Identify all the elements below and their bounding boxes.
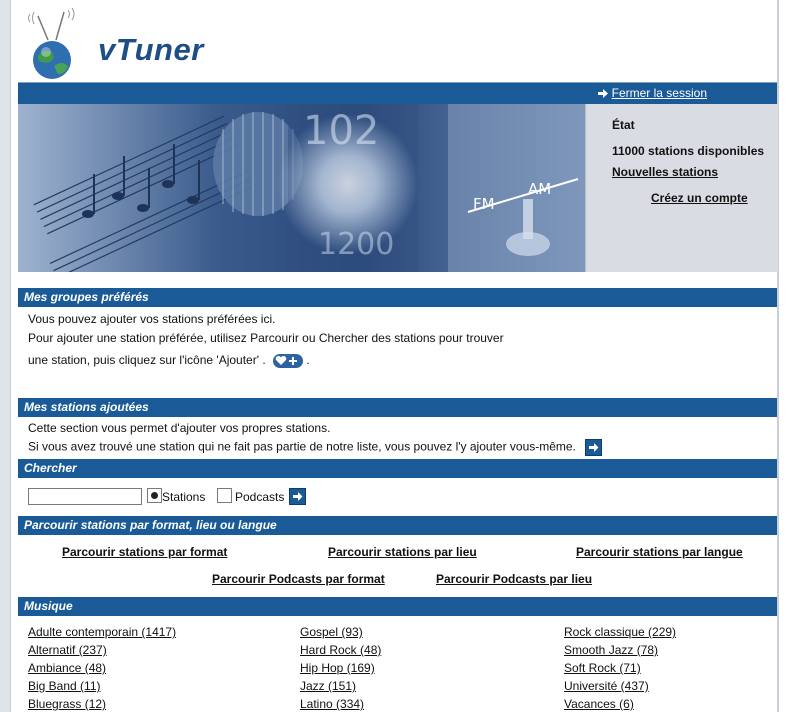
added-stations-header: Mes stations ajoutées (18, 398, 777, 417)
logout-label[interactable]: Fermer la session (612, 86, 707, 100)
music-header-label: Musique (24, 599, 73, 613)
genre-link[interactable]: Université (437) (564, 679, 649, 693)
search-header-label: Chercher (24, 461, 77, 475)
favorites-text-3-end: . (306, 353, 310, 367)
genre-link[interactable]: Alternatif (237) (28, 643, 107, 657)
arrow-right-icon (293, 492, 303, 501)
genre-link[interactable]: Jazz (151) (300, 679, 356, 693)
genre-link[interactable]: Ambiance (48) (28, 661, 106, 675)
heart-plus-icon (273, 353, 304, 368)
genre-link[interactable]: Hip Hop (169) (300, 661, 375, 675)
genre-link[interactable]: Adulte contemporain (1417) (28, 625, 176, 639)
header: vTuner (18, 0, 777, 82)
browse-header: Parcourir stations par format, lieu ou l… (18, 516, 777, 535)
browse-podcasts-by-format-link[interactable]: Parcourir Podcasts par format (212, 572, 385, 586)
logout-link[interactable]: Fermer la session (598, 86, 707, 100)
status-panel: État 11000 stations disponibles Nouvelle… (585, 104, 778, 272)
genre-link[interactable]: Hard Rock (48) (300, 643, 381, 657)
search-input[interactable] (28, 488, 142, 505)
status-title: État (612, 118, 635, 132)
genre-link[interactable]: Smooth Jazz (78) (564, 643, 658, 657)
favorites-text-1: Vous pouvez ajouter vos stations préféré… (28, 312, 276, 326)
arrow-right-icon (598, 89, 609, 98)
genre-link[interactable]: Bluegrass (12) (28, 697, 106, 711)
logo-globe-icon (28, 7, 75, 79)
radio-selected-dot (151, 492, 158, 499)
added-stations-header-label: Mes stations ajoutées (24, 400, 149, 414)
browse-header-label: Parcourir stations par format, lieu ou l… (24, 518, 277, 532)
radio-stations-label: Stations (162, 490, 206, 504)
browse-by-location-link[interactable]: Parcourir stations par lieu (328, 545, 477, 559)
favorites-text-2: Pour ajouter une station préférée, utili… (28, 331, 504, 345)
favorites-header: Mes groupes préférés (18, 288, 777, 307)
add-station-button[interactable] (585, 439, 603, 456)
genre-link[interactable]: Soft Rock (71) (564, 661, 641, 675)
window-left-frame (0, 0, 11, 712)
added-text-1: Cette section vous permet d'ajouter vos … (28, 421, 331, 435)
favorites-text-3-row: une station, puis cliquez sur l'icône 'A… (28, 353, 310, 368)
create-account-link[interactable]: Créez un compte (651, 191, 748, 205)
added-text-2: Si vous avez trouvé une station qui ne f… (28, 439, 576, 454)
banner-radio-graphic: 102 1200 FM AM (18, 104, 585, 272)
search-header: Chercher (18, 459, 777, 478)
radio-podcasts[interactable] (217, 488, 232, 503)
favorites-text-3: une station, puis cliquez sur l'icône 'A… (28, 353, 266, 367)
top-bar: Fermer la session (18, 82, 777, 104)
genre-link[interactable]: Latino (334) (300, 697, 364, 711)
stations-count: 11000 stations disponibles (612, 144, 765, 158)
search-go-button[interactable] (289, 488, 306, 505)
genre-link[interactable]: Rock classique (229) (564, 625, 676, 639)
music-header: Musique (18, 597, 777, 616)
new-stations-link[interactable]: Nouvelles stations (612, 165, 718, 179)
genre-link[interactable]: Vacances (6) (564, 697, 634, 711)
logo-text[interactable]: vTuner (98, 32, 204, 68)
radio-podcasts-label: Podcasts (235, 490, 285, 504)
radio-stations[interactable] (147, 488, 162, 503)
banner-image: 102 1200 FM AM (18, 104, 585, 272)
added-text-2-row: Si vous avez trouvé une station qui ne f… (28, 439, 603, 456)
browse-by-format-link[interactable]: Parcourir stations par format (62, 545, 227, 559)
browse-podcasts-by-location-link[interactable]: Parcourir Podcasts par lieu (436, 572, 592, 586)
arrow-right-icon (589, 443, 599, 452)
genre-link[interactable]: Gospel (93) (300, 625, 363, 639)
genre-link[interactable]: Big Band (11) (28, 679, 101, 693)
page-content: vTuner Fermer la session FM AM État 1100… (18, 0, 778, 712)
browse-by-language-link[interactable]: Parcourir stations par langue (576, 545, 743, 559)
favorites-header-label: Mes groupes préférés (24, 290, 149, 304)
